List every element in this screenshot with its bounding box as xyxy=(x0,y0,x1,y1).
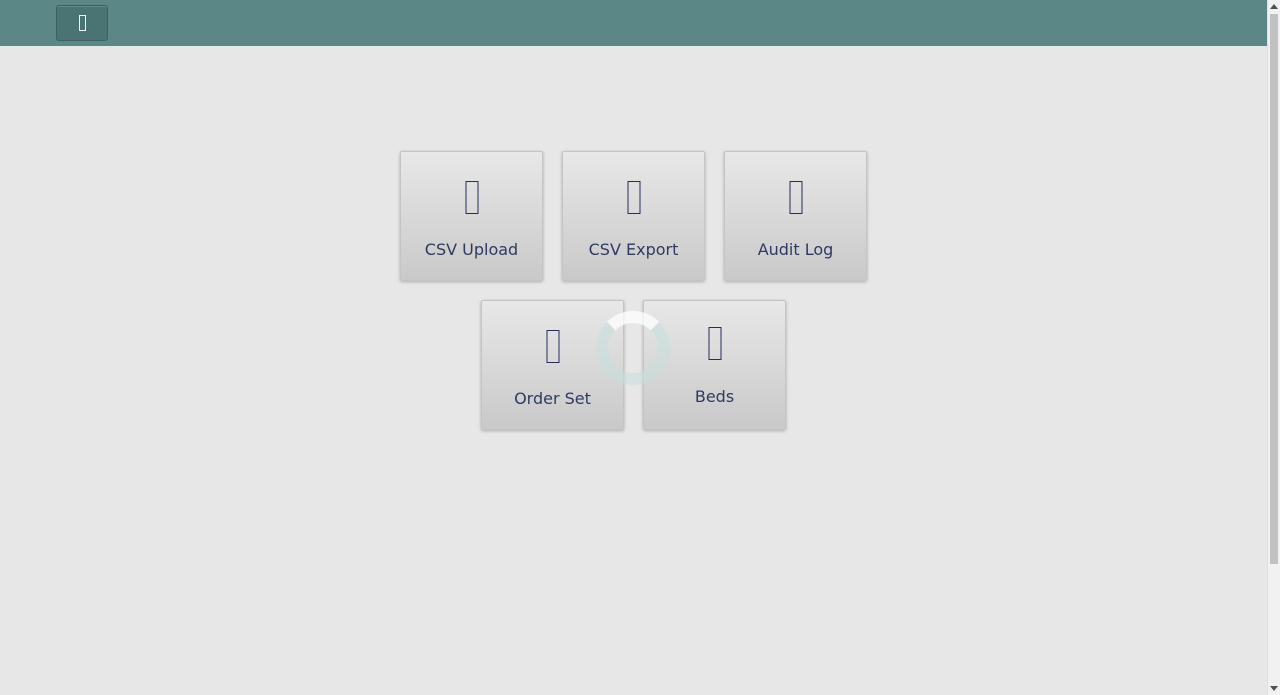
csv-upload-label: CSV Upload xyxy=(424,240,519,259)
menu-button[interactable] xyxy=(56,5,108,41)
top-bar xyxy=(0,0,1267,46)
beds-tile[interactable]: Beds xyxy=(643,300,786,430)
export-icon xyxy=(627,181,640,218)
csv-export-tile[interactable]: CSV Export xyxy=(562,151,705,281)
order-set-label: Order Set xyxy=(514,389,591,408)
scrollbar-thumb[interactable] xyxy=(1270,14,1278,564)
upload-icon xyxy=(465,181,478,218)
audit-log-tile[interactable]: Audit Log xyxy=(724,151,867,281)
csv-export-label: CSV Export xyxy=(588,240,679,259)
csv-upload-tile[interactable]: CSV Upload xyxy=(400,151,543,281)
order-set-tile[interactable]: Order Set xyxy=(481,300,624,430)
vertical-scrollbar[interactable] xyxy=(1267,0,1280,695)
scroll-up-arrow-icon[interactable] xyxy=(1270,4,1278,9)
order-set-icon xyxy=(546,330,559,367)
bed-icon xyxy=(708,327,721,364)
audit-log-label: Audit Log xyxy=(757,240,834,259)
menu-icon xyxy=(78,15,86,31)
scroll-down-arrow-icon[interactable] xyxy=(1270,686,1278,691)
audit-log-icon xyxy=(789,181,802,218)
beds-label: Beds xyxy=(694,387,735,406)
